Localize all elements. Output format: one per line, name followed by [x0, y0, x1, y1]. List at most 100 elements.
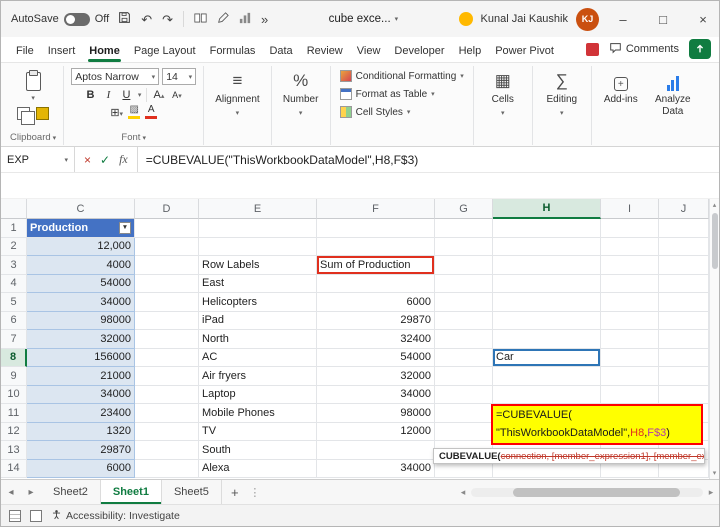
cell-D13[interactable] — [135, 441, 199, 460]
cell-E13[interactable]: South — [199, 441, 317, 460]
cell-G11[interactable] — [435, 404, 493, 423]
col-header-I[interactable]: I — [601, 199, 659, 219]
horizontal-scroll-thumb[interactable] — [512, 487, 680, 497]
cell-G9[interactable] — [435, 367, 493, 386]
col-header-C[interactable]: C — [27, 199, 135, 219]
row-header-7[interactable]: 7 — [1, 330, 27, 349]
tab-developer[interactable]: Developer — [387, 40, 451, 62]
cell-E6[interactable]: iPad — [199, 311, 317, 330]
row-header-14[interactable]: 14 — [1, 459, 27, 478]
col-header-H[interactable]: H — [493, 199, 601, 219]
col-header-E[interactable]: E — [199, 199, 317, 219]
row-header-8[interactable]: 8 — [1, 348, 27, 367]
cell-D7[interactable] — [135, 330, 199, 349]
cell-F12[interactable]: 12000 — [317, 422, 435, 441]
font-launcher-icon[interactable]: ▾ — [142, 134, 146, 142]
cell-F10[interactable]: 34000 — [317, 385, 435, 404]
cells-button[interactable]: ▦ Cells ▾ — [481, 67, 525, 119]
cell-E1[interactable] — [199, 219, 317, 238]
cell-E2[interactable] — [199, 237, 317, 256]
cell-H1[interactable] — [493, 219, 601, 238]
tab-review[interactable]: Review — [300, 40, 350, 62]
book-icon[interactable] — [194, 12, 207, 27]
cell-E12[interactable]: TV — [199, 422, 317, 441]
cell-D8[interactable] — [135, 348, 199, 367]
sheet-tab-sheet5[interactable]: Sheet5 — [162, 480, 222, 504]
cell-I10[interactable] — [601, 385, 659, 404]
paste-button[interactable]: ▾ — [11, 67, 55, 104]
horizontal-scrollbar[interactable]: ◂ ▸ — [455, 480, 719, 504]
cell-D4[interactable] — [135, 274, 199, 293]
accessibility-status[interactable]: Accessibility: Investigate — [51, 509, 180, 523]
scroll-down-icon[interactable]: ▾ — [713, 467, 717, 479]
cell-J9[interactable] — [659, 367, 709, 386]
cell-F14[interactable]: 34000 — [317, 459, 435, 478]
row-header-5[interactable]: 5 — [1, 293, 27, 312]
cell-C4[interactable]: 54000 — [27, 274, 135, 293]
cell-J8[interactable] — [659, 348, 709, 367]
premium-badge-icon[interactable] — [458, 12, 473, 26]
cell-J6[interactable] — [659, 311, 709, 330]
analyze-data-button[interactable]: Analyze Data — [647, 67, 699, 119]
tab-power-pivot[interactable]: Power Pivot — [488, 40, 561, 62]
clipboard-launcher-icon[interactable]: ▾ — [53, 134, 57, 142]
row-header-13[interactable]: 13 — [1, 441, 27, 460]
vertical-scroll-thumb[interactable] — [711, 213, 718, 269]
new-sheet-button[interactable]: + — [222, 480, 248, 504]
cell-G6[interactable] — [435, 311, 493, 330]
cell-D6[interactable] — [135, 311, 199, 330]
cell-C10[interactable]: 34000 — [27, 385, 135, 404]
cell-F7[interactable]: 32400 — [317, 330, 435, 349]
filter-icon[interactable]: ▼ — [119, 221, 131, 234]
cell-E8[interactable]: AC — [199, 348, 317, 367]
formula-input[interactable]: =CUBEVALUE("ThisWorkbookDataModel",H8,F$… — [138, 147, 719, 172]
tab-file[interactable]: File — [9, 40, 41, 62]
more-commands-icon[interactable]: » — [261, 13, 268, 26]
conditional-formatting-button[interactable]: Conditional Formatting ▾ — [338, 67, 466, 85]
cell-C9[interactable]: 21000 — [27, 367, 135, 386]
cell-H7[interactable] — [493, 330, 601, 349]
cell-G8[interactable] — [435, 348, 493, 367]
cell-H8[interactable]: Car — [493, 348, 601, 367]
format-painter-icon[interactable] — [36, 107, 50, 120]
cell-D2[interactable] — [135, 237, 199, 256]
insert-function-icon[interactable]: fx — [119, 152, 128, 167]
cell-F9[interactable]: 32000 — [317, 367, 435, 386]
formula-edit-overlay[interactable]: =CUBEVALUE( "ThisWorkbookDataModel",H8,F… — [491, 404, 703, 445]
cell-E9[interactable]: Air fryers — [199, 367, 317, 386]
cell-I4[interactable] — [601, 274, 659, 293]
cell-F11[interactable]: 98000 — [317, 404, 435, 423]
document-title[interactable]: cube exce... ▾ — [329, 13, 399, 25]
cell-I8[interactable] — [601, 348, 659, 367]
borders-button[interactable]: ⊞▾ — [110, 106, 123, 119]
font-name-combo[interactable]: Aptos Narrow ▾ — [71, 68, 160, 85]
cell-F13[interactable] — [317, 441, 435, 460]
cell-E11[interactable]: Mobile Phones — [199, 404, 317, 423]
cell-D12[interactable] — [135, 422, 199, 441]
cell-C8[interactable]: 156000 — [27, 348, 135, 367]
cell-C1[interactable]: Production ▼ — [27, 219, 135, 238]
bold-button[interactable]: B — [84, 89, 97, 101]
cell-H5[interactable] — [493, 293, 601, 312]
cell-E14[interactable]: Alexa — [199, 459, 317, 478]
col-header-J[interactable]: J — [659, 199, 709, 219]
editing-button[interactable]: ∑ Editing ▾ — [540, 67, 584, 119]
tab-view[interactable]: View — [350, 40, 388, 62]
cell-J7[interactable] — [659, 330, 709, 349]
row-header-1[interactable]: 1 — [1, 219, 27, 238]
font-size-combo[interactable]: 14 ▾ — [162, 68, 197, 85]
cell-F6[interactable]: 29870 — [317, 311, 435, 330]
cell-G12[interactable] — [435, 422, 493, 441]
cell-G10[interactable] — [435, 385, 493, 404]
tab-help[interactable]: Help — [452, 40, 489, 62]
cancel-entry-icon[interactable]: × — [84, 153, 91, 167]
name-box[interactable]: EXP ▾ — [1, 147, 75, 172]
cell-H3[interactable] — [493, 256, 601, 275]
cell-H2[interactable] — [493, 237, 601, 256]
maximize-button[interactable]: □ — [647, 1, 679, 37]
cell-H10[interactable] — [493, 385, 601, 404]
comments-button[interactable]: Comments — [609, 42, 679, 57]
cell-I7[interactable] — [601, 330, 659, 349]
copy-icon[interactable] — [17, 107, 36, 125]
cell-C2[interactable]: 12,000 — [27, 237, 135, 256]
